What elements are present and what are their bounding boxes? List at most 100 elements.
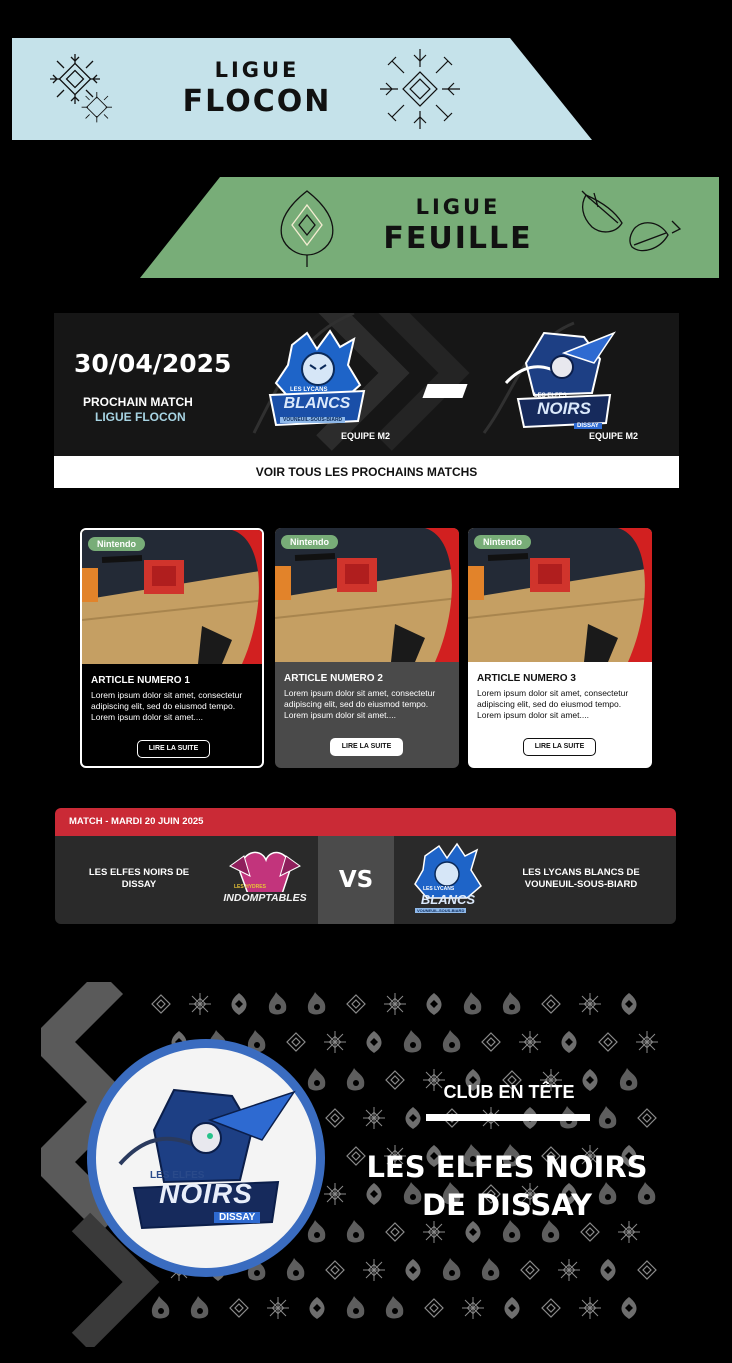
logo-team-text: NOIRS [159,1178,253,1209]
snowflake-icon [188,992,212,1016]
league-small-label: LIGUE [415,195,501,219]
flame-icon [442,1030,461,1053]
read-more-button[interactable]: LIRE LA SUITE [330,738,403,756]
flame-icon [385,1296,404,1319]
snowflake-icon [323,1182,347,1206]
logo-team-sub: VOUNEUIL-SOUS-BIARD [280,417,346,423]
snowflake-icon [518,1030,542,1054]
flame-icon [403,1030,422,1053]
article-tag[interactable]: Nintendo [88,537,145,551]
logo-team-text: NOIRS [537,399,591,418]
article-photo: Nintendo [82,530,262,664]
club-name-line1: LES ELFES NOIRS [366,1150,648,1184]
leaf-icon [621,993,637,1015]
diamond-icon [151,994,171,1014]
diamond-icon [541,1298,561,1318]
flame-icon [307,1068,326,1091]
home-team-tag: EQUIPE M2 [341,431,391,441]
article-photo: Nintendo [468,528,652,662]
flame-icon [481,1258,500,1281]
diamond-icon [229,1298,249,1318]
flame-icon [463,992,482,1015]
club-name-line2: DE DISSAY [422,1188,592,1222]
leaf-icon [366,1031,382,1053]
diamond-icon [385,1222,405,1242]
snowflake-icon [617,1220,641,1244]
flame-icon [442,1258,461,1281]
read-more-button[interactable]: LIRE LA SUITE [523,738,596,756]
article-tag[interactable]: Nintendo [474,535,531,549]
match-header: MATCH - MARDI 20 JUIN 2025 [55,808,676,836]
diamond-icon [481,1032,501,1052]
league-flocon-title: LIGUE FLOCON [172,58,342,119]
lycans-blancs-logo: BLANCS LES LYCANS VOUNEUIL-SOUS-BIARD [262,325,372,435]
flame-icon [286,1258,305,1281]
article-description: Lorem ipsum dolor sit amet, consectetur … [91,690,243,722]
next-match-league: LIGUE FLOCON [95,410,186,424]
logo-team-top: LES ELFES [150,1170,205,1181]
diamond-icon [424,1298,444,1318]
see-all-matches-button[interactable]: VOIR TOUS LES PROCHAINS MATCHS [54,456,679,488]
elfes-noirs-logo: NOIRS LES ELFES DISSAY [504,323,624,435]
flame-icon [151,1296,170,1319]
logo-team-top: LES ELFES [534,393,567,399]
flame-icon [307,992,326,1015]
article-card[interactable]: Nintendo ARTICLE NUMERO 1 Lorem ipsum do… [80,528,264,768]
snowflake-icon [362,1106,386,1130]
leaf-icon [309,1297,325,1319]
club-underline [426,1114,590,1121]
leaf-icon [426,993,442,1015]
indomptables-logo: INDOMPTABLES LES HYDRES [218,842,312,920]
logo-team-text: INDOMPTABLES [218,892,312,904]
snowflake-icon [323,1030,347,1054]
diamond-icon [346,994,366,1014]
read-more-button[interactable]: LIRE LA SUITE [137,740,210,758]
snowflake-icon [461,1296,485,1320]
flame-icon [502,992,521,1015]
league-feuille-banner[interactable]: LIGUE FEUILLE [140,177,719,278]
leaf-icon [600,1259,616,1281]
elf-mascot-icon [118,1088,296,1230]
diamond-icon [325,1108,345,1128]
leaf-icon [405,1259,421,1281]
home-team-name: LES ELFES NOIRS DE DISSAY [88,867,190,890]
logo-team-top: LES HYDRES [234,884,266,890]
flame-icon [598,1106,617,1129]
league-flocon-banner[interactable]: LIGUE FLOCON [12,38,592,140]
leaf-icon [405,1107,421,1129]
league-feuille-title: LIGUE FEUILLE [368,195,548,256]
diamond-icon [286,1032,306,1052]
club-logo-circle: NOIRS LES ELFES DISSAY [87,1039,325,1277]
diamond-icon [580,1222,600,1242]
away-team-name: LES LYCANS BLANCS DE VOUNEUIL-SOUS-BIARD [522,867,640,890]
logo-team-sub: VOUNEUIL-SOUS-BIARD [415,908,467,913]
article-title: ARTICLE NUMERO 2 [284,673,383,684]
club-label: CLUB EN TÊTE [443,1082,575,1102]
article-tag[interactable]: Nintendo [281,535,338,549]
flame-icon [619,1068,638,1091]
snowflake-icon [362,1258,386,1282]
next-match-title: PROCHAIN MATCH [83,395,193,409]
article-card[interactable]: Nintendo ARTICLE NUMERO 2 Lorem ipsum do… [275,528,459,768]
flame-icon [190,1296,209,1319]
article-photo: Nintendo [275,528,459,662]
article-description: Lorem ipsum dolor sit amet, consectetur … [284,688,436,720]
hydra-mascot-icon [229,851,301,895]
diamond-icon [520,1260,540,1280]
snowflake-icon [578,1296,602,1320]
next-match-panel: 30/04/2025 PROCHAIN MATCH LIGUE FLOCON B… [54,313,679,456]
snowflake-large-icon [380,49,460,129]
leaves-icon [581,190,682,252]
club-en-tete-section: NOIRS LES ELFES DISSAY CLUB EN TÊTE LES … [41,982,686,1347]
league-big-label: FLOCON [182,84,332,119]
away-team-tag: EQUIPE M2 [589,431,639,441]
article-card[interactable]: Nintendo ARTICLE NUMERO 3 Lorem ipsum do… [468,528,652,768]
flame-icon [346,1068,365,1091]
diamond-icon [637,1260,657,1280]
article-title: ARTICLE NUMERO 3 [477,673,576,684]
snowflake-icon [422,1220,446,1244]
match-card[interactable]: LES ELFES NOIRS DE DISSAY INDOMPTABLES L… [55,836,676,924]
logo-team-sub: DISSAY [214,1212,261,1223]
leaf-icon [231,993,247,1015]
diamond-icon [637,1108,657,1128]
